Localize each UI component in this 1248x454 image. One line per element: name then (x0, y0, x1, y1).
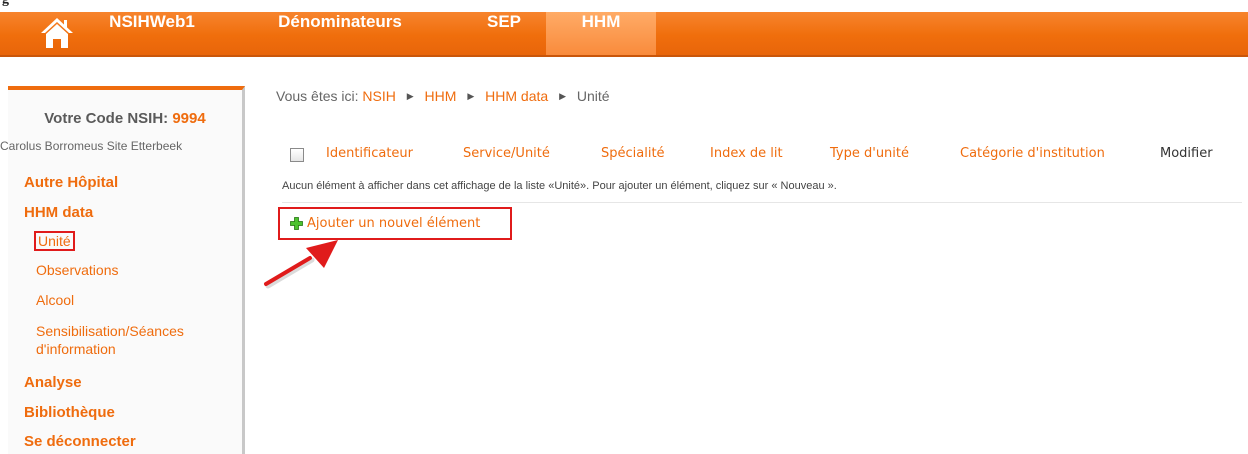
column-header-service-unite[interactable]: Service/Unité (463, 146, 550, 161)
sidebar-item-observations[interactable]: Observations (36, 262, 118, 278)
nav-item-sep[interactable]: SEP (454, 12, 554, 55)
home-button[interactable] (38, 12, 76, 55)
sidebar-item-se-deconnecter[interactable]: Se déconnecter (24, 433, 136, 450)
sidebar-item-hhm-data[interactable]: HHM data (24, 204, 93, 221)
nav-item-nsihweb1[interactable]: NSIHWeb1 (82, 12, 222, 55)
sidebar-item-autre-hopital[interactable]: Autre Hôpital (24, 174, 118, 191)
top-fragment: g (0, 0, 30, 12)
breadcrumb-item-hhm[interactable]: HHM (425, 88, 457, 104)
home-icon (41, 18, 73, 48)
add-new-item-button[interactable]: Ajouter un nouvel élément (278, 207, 512, 240)
top-navigation-bar: NSIHWeb1 Dénominateurs SEP HHM (0, 12, 1248, 57)
breadcrumb-item-nsih[interactable]: NSIH (362, 88, 395, 104)
breadcrumb-separator-icon: ▶ (559, 91, 566, 101)
empty-list-message: Aucun élément à afficher dans cet affich… (282, 180, 837, 192)
column-header-specialite[interactable]: Spécialité (601, 146, 665, 161)
breadcrumb-separator-icon: ▶ (467, 91, 475, 101)
site-name: Carolus Borromeus Site Etterbeek (0, 139, 183, 153)
sidebar: Votre Code NSIH: 9994 Carolus Borromeus … (0, 86, 245, 454)
plus-icon (290, 217, 303, 230)
column-header-type-unite[interactable]: Type d'unité (830, 146, 909, 161)
breadcrumb-item-hhm-data[interactable]: HHM data (485, 88, 548, 104)
breadcrumb: Vous êtes ici: NSIH ▶ HHM ▶ HHM data ▶ U… (276, 88, 610, 104)
divider (282, 202, 1242, 203)
column-header-identificateur[interactable]: Identificateur (326, 146, 413, 161)
nsih-code-value: 9994 (172, 110, 206, 127)
breadcrumb-prefix: Vous êtes ici: (276, 88, 359, 104)
breadcrumb-item-current: Unité (576, 88, 610, 104)
sidebar-item-analyse[interactable]: Analyse (24, 374, 82, 391)
nav-item-denominateurs[interactable]: Dénominateurs (252, 12, 428, 55)
add-new-item-label: Ajouter un nouvel élément (307, 216, 481, 231)
nsih-code-title: Votre Code NSIH: 9994 (8, 110, 242, 127)
list-header-row: Identificateur Service/Unité Spécialité … (282, 146, 1230, 166)
sidebar-item-unite[interactable]: Unité (34, 231, 75, 251)
sidebar-item-bibliotheque[interactable]: Bibliothèque (24, 404, 115, 421)
column-header-index-de-lit[interactable]: Index de lit (710, 146, 783, 161)
sidebar-item-sensibilisation[interactable]: Sensibilisation/Séances d'information (36, 322, 236, 358)
column-header-categorie-institution[interactable]: Catégorie d'institution (960, 146, 1105, 161)
nsih-code-label: Votre Code NSIH: (44, 110, 169, 127)
breadcrumb-separator-icon: ▶ (406, 91, 414, 101)
column-header-modifier: Modifier (1160, 146, 1213, 161)
select-all-checkbox[interactable] (290, 148, 304, 162)
sidebar-item-alcool[interactable]: Alcool (36, 292, 74, 308)
nav-item-hhm[interactable]: HHM (546, 12, 656, 55)
arrow-annotation (264, 240, 338, 289)
